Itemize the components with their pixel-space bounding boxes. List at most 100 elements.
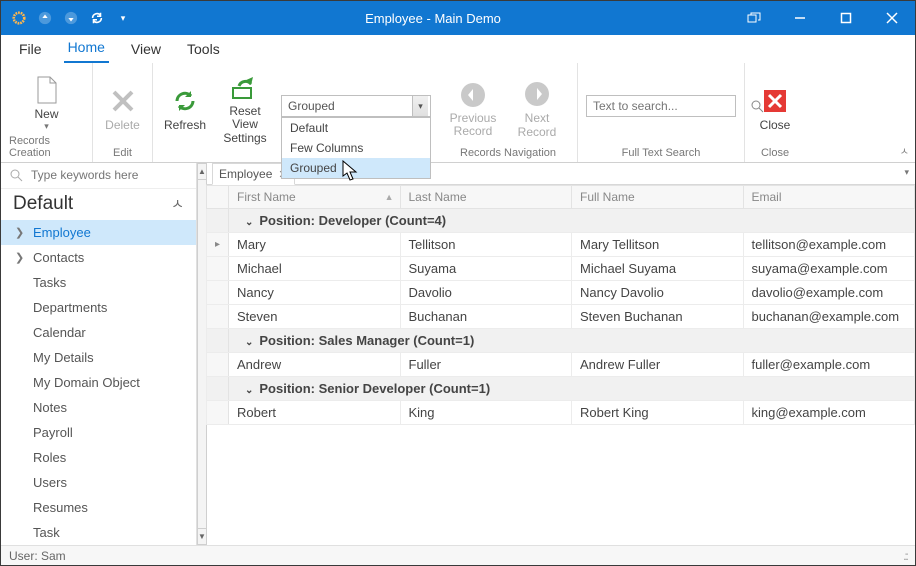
close-view-button[interactable]: Close: [753, 80, 797, 132]
search-input[interactable]: [591, 98, 750, 114]
nav-search[interactable]: [1, 163, 196, 188]
table-row[interactable]: ▸MaryTellitsonMary Tellitsontellitson@ex…: [207, 233, 915, 257]
collapse-ribbon-icon[interactable]: ㅅ: [900, 143, 909, 158]
reset-view-button[interactable]: Reset View Settings: [215, 67, 275, 145]
previous-record-label: Previous Record: [450, 112, 497, 138]
tab-menu-icon[interactable]: ▾: [904, 167, 909, 178]
sidebar-item-my-domain-object[interactable]: My Domain Object: [1, 370, 196, 395]
menu-file[interactable]: File: [15, 37, 46, 63]
cell[interactable]: Michael Suyama: [572, 257, 744, 281]
delete-button[interactable]: Delete: [98, 80, 148, 132]
cell[interactable]: Tellitson: [400, 233, 572, 257]
cell[interactable]: king@example.com: [743, 401, 915, 425]
chevron-down-icon: ⌄: [245, 385, 253, 396]
ribbon: New ▾ Records Creation Delete Edit Refre…: [1, 63, 915, 163]
mdi-restore-icon[interactable]: [731, 1, 777, 35]
menu-view[interactable]: View: [127, 37, 165, 63]
column-header[interactable]: Email: [743, 186, 915, 209]
view-option[interactable]: Few Columns: [282, 138, 430, 158]
close-button[interactable]: [869, 1, 915, 35]
column-header[interactable]: First Name▲: [229, 186, 401, 209]
status-bar: User: Sam .::: [1, 545, 915, 565]
cell[interactable]: tellitson@example.com: [743, 233, 915, 257]
cell[interactable]: Robert King: [572, 401, 744, 425]
title-up-icon[interactable]: [33, 6, 57, 30]
sidebar-item-task[interactable]: Task: [1, 520, 196, 545]
window-title: Employee - Main Demo: [135, 11, 731, 26]
menu-home[interactable]: Home: [64, 35, 109, 63]
cell[interactable]: Buchanan: [400, 305, 572, 329]
chevron-down-icon: ▾: [44, 121, 49, 132]
previous-record-button[interactable]: Previous Record: [447, 74, 499, 138]
sidebar-item-contacts[interactable]: ❯Contacts: [1, 245, 196, 270]
minimize-button[interactable]: [777, 1, 823, 35]
delete-button-label: Delete: [105, 118, 140, 132]
cell[interactable]: Steven: [229, 305, 401, 329]
column-header[interactable]: Last Name: [400, 186, 572, 209]
cell[interactable]: Robert: [229, 401, 401, 425]
table-row[interactable]: AndrewFullerAndrew Fullerfuller@example.…: [207, 353, 915, 377]
group-row[interactable]: ⌄Position: Sales Manager (Count=1): [229, 329, 915, 353]
cell[interactable]: Davolio: [400, 281, 572, 305]
cell[interactable]: fuller@example.com: [743, 353, 915, 377]
group-row[interactable]: ⌄Position: Senior Developer (Count=1): [229, 377, 915, 401]
cell[interactable]: Nancy: [229, 281, 401, 305]
sidebar-item-my-details[interactable]: My Details: [1, 345, 196, 370]
view-option[interactable]: Grouped: [282, 158, 430, 178]
resize-grip-icon[interactable]: .::: [903, 549, 907, 563]
cell[interactable]: Michael: [229, 257, 401, 281]
menu-tools[interactable]: Tools: [183, 37, 224, 63]
sidebar-item-users[interactable]: Users: [1, 470, 196, 495]
gear-icon[interactable]: [7, 6, 31, 30]
table-row[interactable]: StevenBuchananSteven Buchananbuchanan@ex…: [207, 305, 915, 329]
view-combo[interactable]: Grouped ▾ DefaultFew ColumnsGrouped: [281, 95, 431, 117]
chevron-up-icon: ㅅ: [171, 194, 184, 214]
cell[interactable]: davolio@example.com: [743, 281, 915, 305]
cell[interactable]: King: [400, 401, 572, 425]
table-row[interactable]: NancyDavolioNancy Davoliodavolio@example…: [207, 281, 915, 305]
next-record-button[interactable]: Next Record: [505, 73, 569, 139]
sidebar-item-label: Resumes: [33, 500, 88, 515]
cell[interactable]: Steven Buchanan: [572, 305, 744, 329]
sidebar-item-roles[interactable]: Roles: [1, 445, 196, 470]
cell[interactable]: Mary: [229, 233, 401, 257]
title-down-icon[interactable]: [59, 6, 83, 30]
nav-group-header[interactable]: Default ㅅ: [1, 188, 196, 220]
sidebar-item-payroll[interactable]: Payroll: [1, 420, 196, 445]
chevron-right-icon: ❯: [15, 251, 25, 264]
cell[interactable]: Fuller: [400, 353, 572, 377]
row-indicator-header[interactable]: [207, 186, 229, 209]
sidebar-item-notes[interactable]: Notes: [1, 395, 196, 420]
menu-bar: File Home View Tools: [1, 35, 915, 63]
new-button[interactable]: New ▾: [11, 69, 83, 132]
view-option[interactable]: Default: [282, 118, 430, 138]
full-text-search[interactable]: [586, 95, 736, 117]
chevron-down-icon[interactable]: ▾: [412, 96, 428, 116]
app-window: ▾ Employee - Main Demo File Home View Tools…: [0, 0, 916, 566]
sidebar-item-departments[interactable]: Departments: [1, 295, 196, 320]
table-row[interactable]: RobertKingRobert Kingking@example.com: [207, 401, 915, 425]
title-qat-more-icon[interactable]: ▾: [111, 6, 135, 30]
table-row[interactable]: MichaelSuyamaMichael Suyamasuyama@exampl…: [207, 257, 915, 281]
sidebar-item-employee[interactable]: ❯Employee: [1, 220, 196, 245]
sidebar-item-tasks[interactable]: Tasks: [1, 270, 196, 295]
maximize-button[interactable]: [823, 1, 869, 35]
cell[interactable]: Andrew: [229, 353, 401, 377]
sidebar-item-resumes[interactable]: Resumes: [1, 495, 196, 520]
cell[interactable]: buchanan@example.com: [743, 305, 915, 329]
sidebar-item-calendar[interactable]: Calendar: [1, 320, 196, 345]
column-header[interactable]: Full Name: [572, 186, 744, 209]
refresh-button[interactable]: Refresh: [161, 80, 209, 132]
nav-search-input[interactable]: [29, 167, 188, 183]
title-sync-icon[interactable]: [85, 6, 109, 30]
cell[interactable]: Andrew Fuller: [572, 353, 744, 377]
cell[interactable]: Mary Tellitson: [572, 233, 744, 257]
search-icon: [9, 168, 23, 182]
cell[interactable]: suyama@example.com: [743, 257, 915, 281]
data-grid[interactable]: First Name▲Last NameFull NameEmail⌄Posit…: [206, 185, 915, 545]
cell[interactable]: Suyama: [400, 257, 572, 281]
row-indicator: [207, 401, 229, 425]
group-row[interactable]: ⌄Position: Developer (Count=4): [229, 209, 915, 233]
row-indicator: [207, 257, 229, 281]
cell[interactable]: Nancy Davolio: [572, 281, 744, 305]
